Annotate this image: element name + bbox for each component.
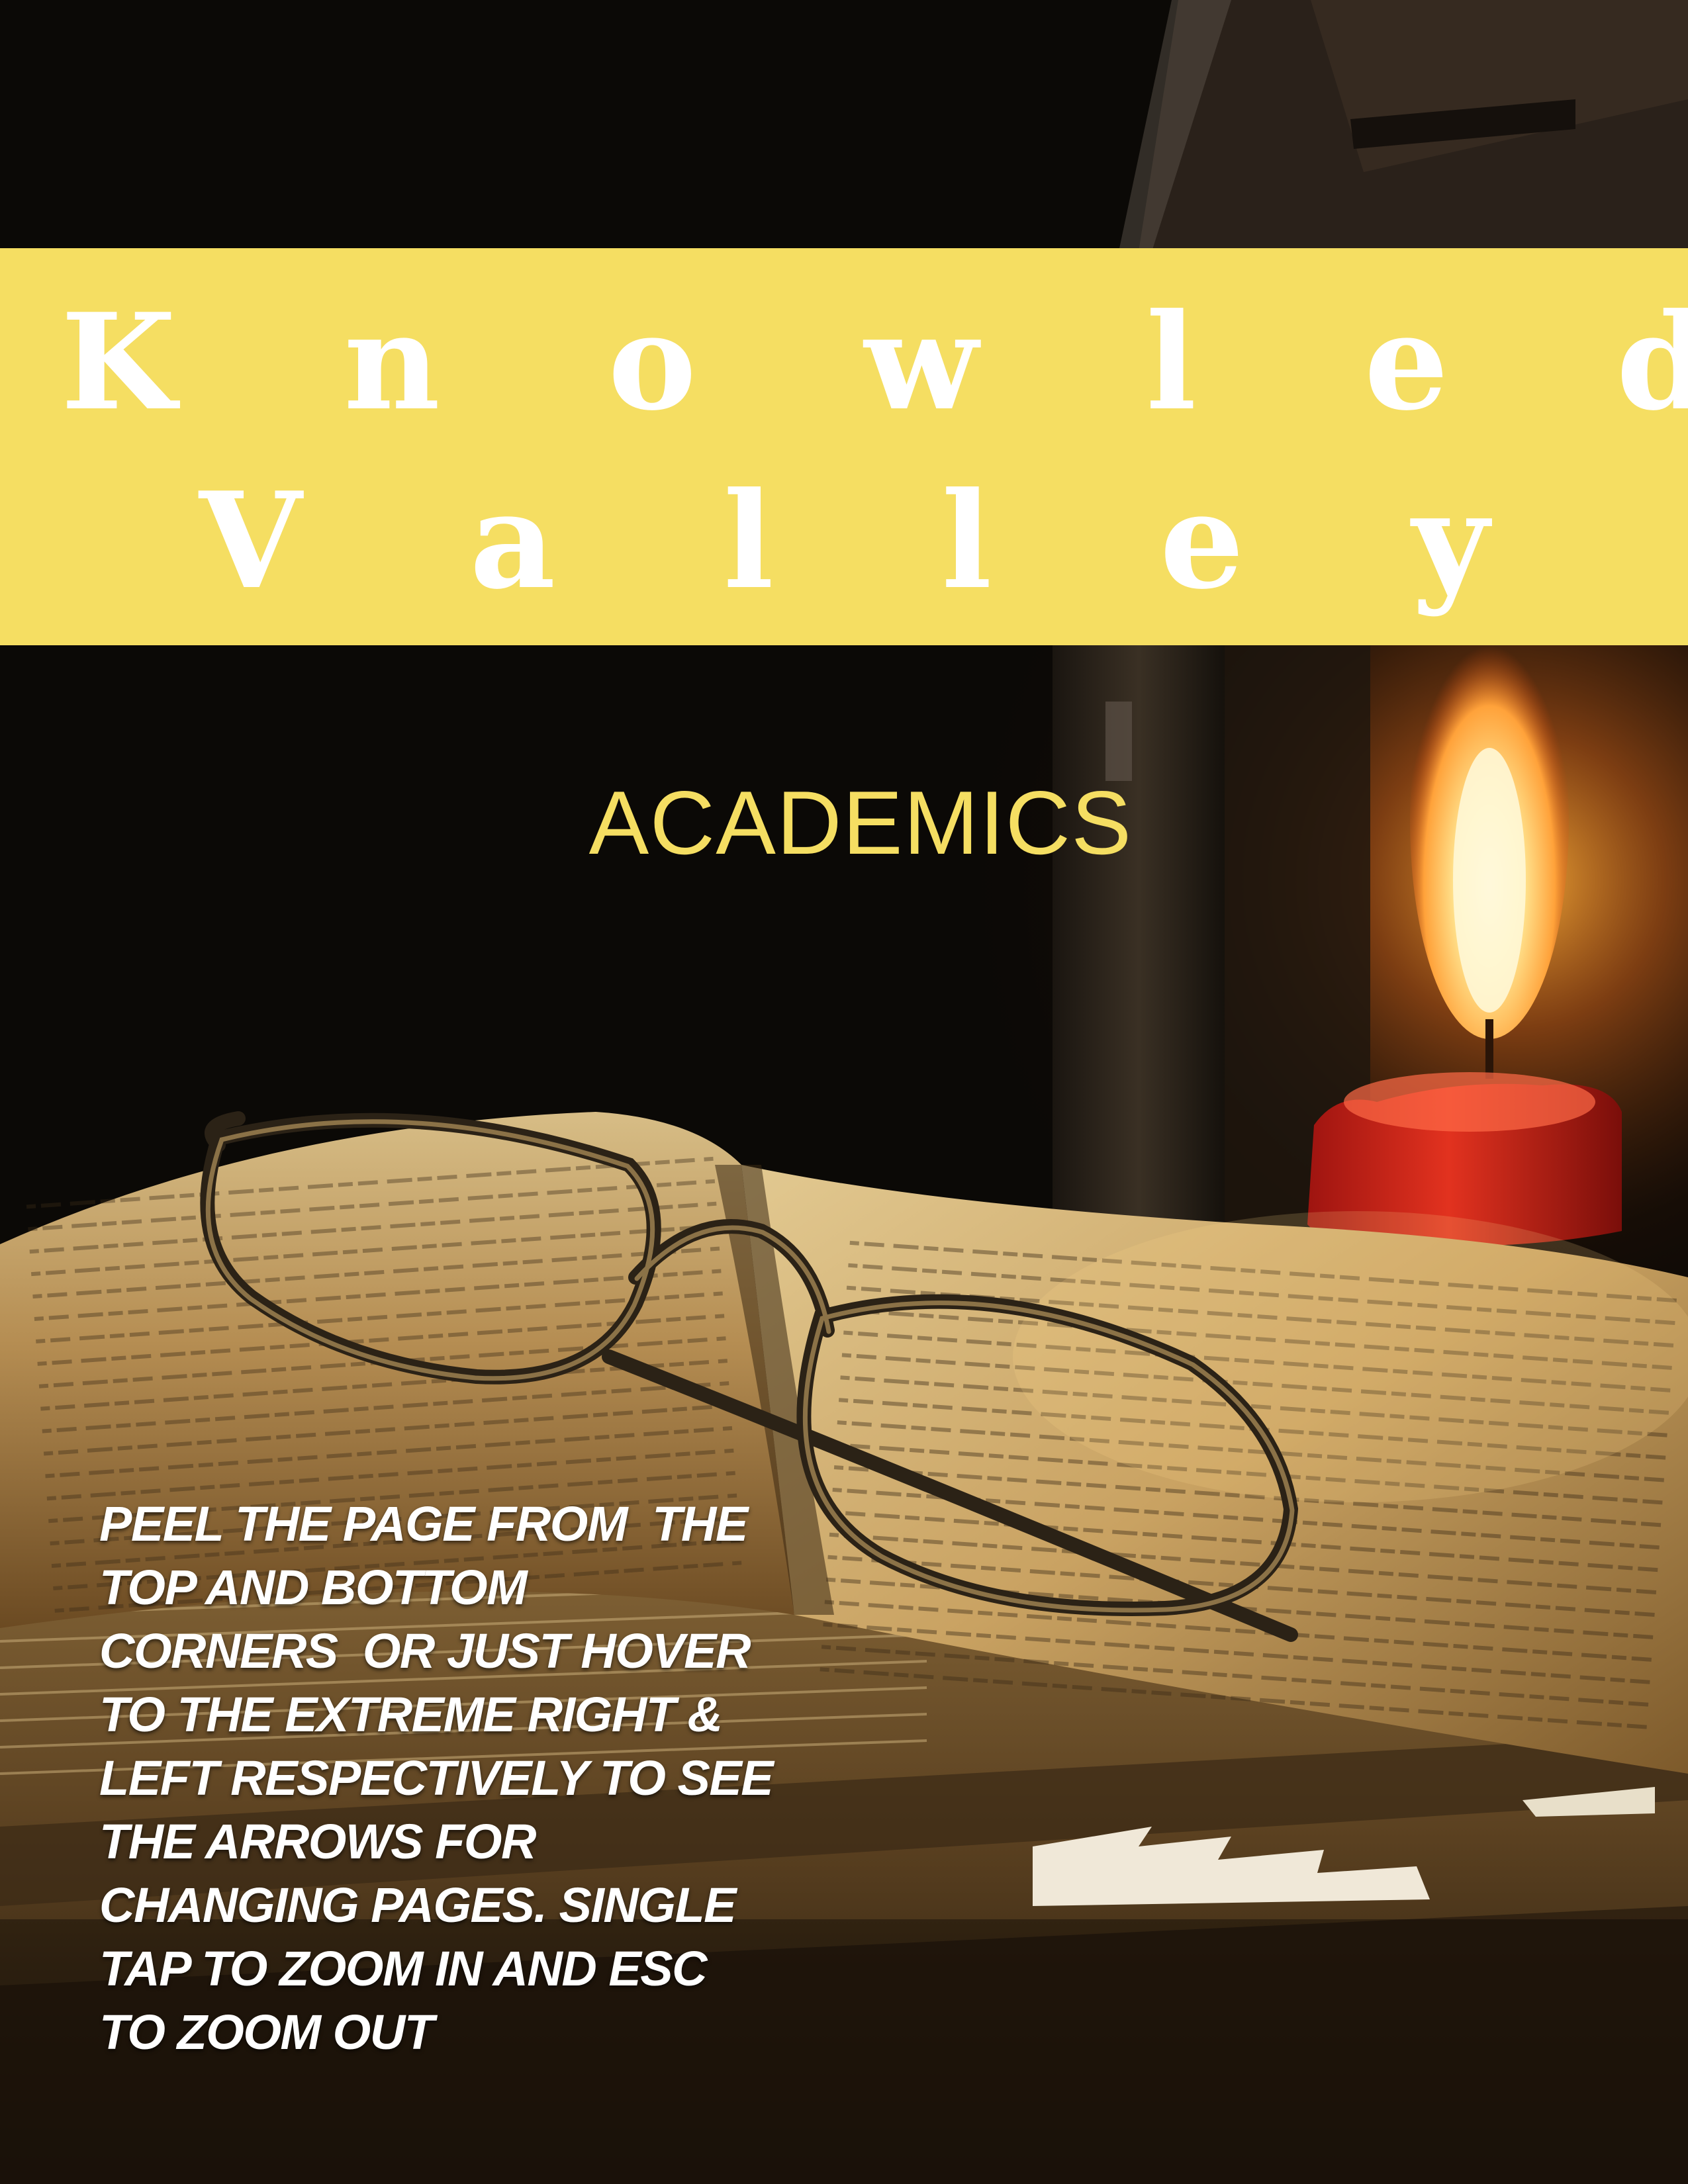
instructions-line: TO THE EXTREME RIGHT & bbox=[99, 1687, 723, 1742]
title-line-2: V a l l e y bbox=[199, 463, 1550, 619]
instructions-text: PEEL THE PAGE FROM THE TOP AND BOTTOM CO… bbox=[99, 1492, 774, 2064]
instructions-line: TAP TO ZOOM IN AND ESC bbox=[99, 1941, 708, 1996]
instructions-line: THE ARROWS FOR bbox=[99, 1814, 536, 1869]
instructions-line: CHANGING PAGES. SINGLE bbox=[99, 1878, 737, 1933]
instructions-line: LEFT RESPECTIVELY TO SEE bbox=[99, 1751, 774, 1805]
cover-page: K n o w l e d g e V a l l e y ACADEMICS … bbox=[0, 0, 1688, 2184]
instructions-line: TOP AND BOTTOM bbox=[99, 1560, 528, 1615]
instructions-line: CORNERS OR JUST HOVER bbox=[99, 1623, 751, 1678]
instructions-line: PEEL THE PAGE FROM THE bbox=[99, 1496, 748, 1551]
title-line-1: K n o w l e d g e bbox=[61, 285, 1688, 440]
subtitle: ACADEMICS bbox=[588, 772, 1133, 873]
instructions-line: TO ZOOM OUT bbox=[99, 2005, 434, 2060]
